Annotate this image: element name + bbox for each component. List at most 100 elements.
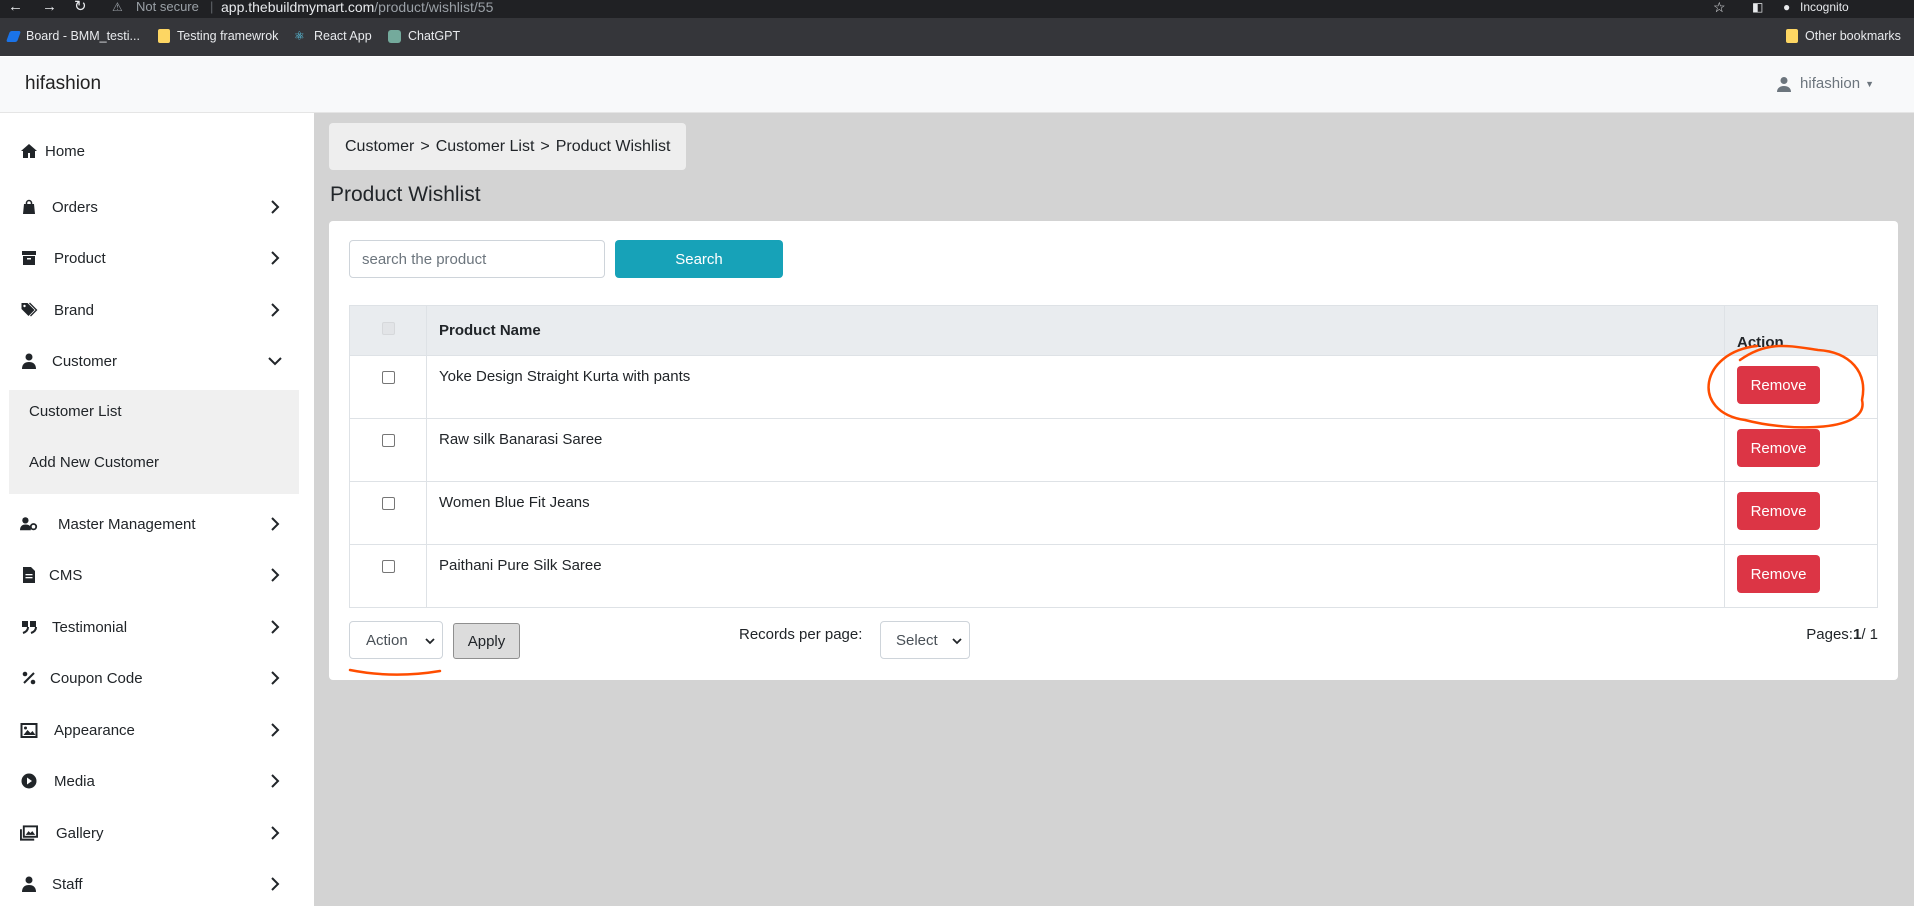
bookmark-testing[interactable]: Testing framewrok [158,29,278,43]
url-text: app.thebuildmymart.com/product/wishlist/… [221,0,493,14]
sidebar-item-appearance[interactable]: Appearance [0,708,300,752]
sidebar-item-label: Brand [54,301,95,319]
sidebar-item-customer[interactable]: Customer [0,339,300,383]
table-header-row: Product Name Action [349,305,1878,356]
bulk-action-select[interactable]: Action [349,621,443,659]
bookmark-label: Board - BMM_testi... [26,29,140,43]
sidebar-item-label: Product [54,249,106,267]
breadcrumb-customer-list[interactable]: Customer List [436,138,535,156]
row-checkbox[interactable] [381,371,395,384]
reload-icon[interactable]: ↻ [74,0,87,14]
action-cell: Remove [1724,544,1878,608]
bag-icon [23,199,35,214]
back-icon[interactable]: ← [8,0,23,14]
app-header: hifashion hifashion ▼ [0,57,1914,113]
profile-label[interactable]: Incognito [1800,0,1849,14]
user-name: hifashion [1800,75,1861,92]
tags-icon [21,302,38,317]
column-header-product-name: Product Name [426,305,1725,356]
submenu-add-new-customer[interactable]: Add New Customer [29,454,159,471]
sidebar-item-label: Gallery [56,824,104,842]
customer-submenu: Customer List Add New Customer [9,390,299,494]
chevron-right-icon [271,774,280,788]
bookmark-label: React App [314,29,372,43]
product-name-cell: Yoke Design Straight Kurta with pants [426,355,1725,419]
quote-icon [22,621,37,634]
sidebar-item-label: CMS [49,566,83,584]
address-bar[interactable]: ⚠ Not secure | app.thebuildmymart.com/pr… [100,0,1780,16]
breadcrumb-separator: > [540,137,550,155]
sidebar-item-label: Home [45,142,86,160]
row-checkbox-cell [349,355,427,419]
row-checkbox[interactable] [381,497,395,510]
user-icon [1777,76,1792,92]
main-content: Customer > Customer List > Product Wishl… [314,113,1914,906]
warning-icon: ⚠ [112,0,123,14]
row-checkbox[interactable] [381,434,395,447]
remove-button[interactable]: Remove [1737,429,1820,467]
sidebar-item-staff[interactable]: Staff [0,862,300,906]
chevron-right-icon [271,200,280,214]
chevron-right-icon [271,517,280,531]
product-name-cell: Raw silk Banarasi Saree [426,418,1725,482]
brand-logo[interactable]: hifashion [25,73,101,95]
sidebar-item-media[interactable]: Media [0,759,300,803]
bookmark-chatgpt[interactable]: ChatGPT [388,29,460,43]
folder-icon [1786,29,1798,43]
search-button[interactable]: Search [615,240,783,278]
chevron-right-icon [271,671,280,685]
play-circle-icon [21,773,37,789]
submenu-customer-list[interactable]: Customer List [29,403,122,420]
file-icon [23,567,35,583]
user-menu[interactable]: hifashion ▼ [1776,75,1874,92]
chevron-down-icon [952,638,962,645]
breadcrumb-current: Product Wishlist [555,137,671,155]
sidebar-item-gallery[interactable]: Gallery [0,811,300,855]
apply-button[interactable]: Apply [453,623,520,659]
sidebar-item-coupon-code[interactable]: Coupon Code [0,656,300,700]
page-title: Product Wishlist [330,183,481,206]
bookmark-react[interactable]: ⚛ React App [294,29,372,43]
bookmark-board[interactable]: Board - BMM_testi... [5,29,140,43]
row-checkbox-cell [349,544,427,608]
bookmark-label: ChatGPT [408,29,461,43]
chevron-right-icon [271,877,280,891]
star-icon[interactable]: ☆ [1713,0,1726,14]
table-row: Raw silk Banarasi Saree Remove [349,418,1878,482]
sidebar-item-label: Master Management [58,515,196,533]
sidebar-item-label: Testimonial [52,618,128,636]
breadcrumb-customer[interactable]: Customer [345,138,414,156]
bookmark-label: Other bookmarks [1805,29,1901,43]
sidebar-item-home[interactable]: Home [0,129,300,173]
row-checkbox-cell [349,481,427,545]
user-icon [22,876,36,892]
search-input[interactable] [349,240,605,278]
url-host: app.thebuildmymart.com [221,0,375,15]
wishlist-table: Product Name Action Yoke Design Straight… [349,305,1878,608]
sidebar-item-orders[interactable]: Orders [0,185,300,229]
sidebar-item-testimonial[interactable]: Testimonial [0,605,300,649]
sidebar-item-product[interactable]: Product [0,236,300,280]
browser-toolbar: ← → ↻ ⚠ Not secure | app.thebuildmymart.… [0,0,1914,18]
chatgpt-icon [388,29,401,43]
records-per-page-select[interactable]: Select [880,621,970,659]
sidebar-item-master-management[interactable]: Master Management [0,502,300,546]
chevron-right-icon [271,826,280,840]
sidebar-item-label: Media [54,772,95,790]
row-checkbox[interactable] [381,560,395,573]
total-pages: / 1 [1861,626,1878,643]
side-panel-icon[interactable]: ◧ [1752,0,1763,14]
sidebar-item-label: Appearance [54,721,135,739]
action-cell: Remove [1724,481,1878,545]
product-name-cell: Women Blue Fit Jeans [426,481,1725,545]
remove-button[interactable]: Remove [1737,492,1820,530]
remove-button[interactable]: Remove [1737,555,1820,593]
remove-button[interactable]: Remove [1737,366,1820,404]
bookmark-label: Testing framewrok [177,29,279,43]
forward-icon[interactable]: → [42,0,57,14]
sidebar-item-cms[interactable]: CMS [0,553,300,597]
other-bookmarks[interactable]: Other bookmarks [1786,29,1901,43]
sidebar-item-brand[interactable]: Brand [0,288,300,332]
images-icon [20,825,38,841]
select-all-checkbox[interactable] [381,322,395,335]
